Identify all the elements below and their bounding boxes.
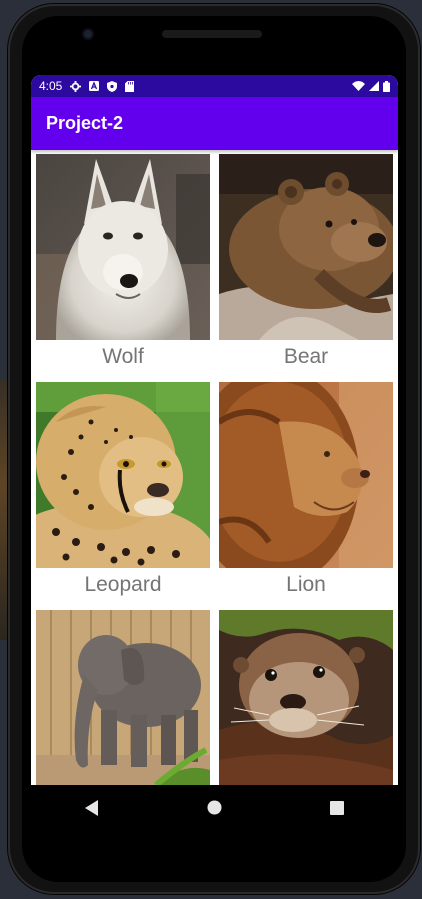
grid-item-label: Bear [283, 345, 329, 368]
grid-item-label: Wolf [102, 345, 144, 368]
signal-icon [369, 81, 379, 91]
front-camera [82, 28, 94, 40]
grid-item-wolf[interactable]: Wolf [36, 154, 210, 382]
grid-item-label: Leopard [84, 573, 162, 596]
lion-photo [219, 382, 393, 568]
wifi-icon [352, 81, 365, 91]
app-title: Project-2 [46, 113, 124, 133]
home-icon[interactable] [207, 800, 222, 815]
grid-item-label: Lion [286, 573, 326, 596]
otter-photo [219, 610, 393, 785]
grid-item-bear[interactable]: Bear [219, 154, 393, 382]
grid-item-leopard[interactable]: Leopard [36, 382, 210, 610]
recents-icon[interactable] [330, 800, 344, 815]
bear-photo [219, 154, 393, 340]
status-bar: 4:05 [31, 75, 398, 97]
sd-card-icon [125, 80, 135, 92]
battery-icon [383, 80, 390, 92]
animal-grid: Wolf Bear Leopard Lion [36, 154, 393, 785]
settings-icon [70, 80, 82, 92]
earpiece-speaker [162, 30, 262, 38]
grid-item-lion[interactable]: Lion [219, 382, 393, 610]
app-screen: 4:05 Project-2 Wolf Bear Leopard Lion [31, 75, 398, 785]
wolf-photo [36, 154, 210, 340]
elephant-photo [36, 610, 210, 785]
grid-item-otter[interactable] [219, 610, 393, 785]
font-icon [89, 81, 100, 91]
app-bar: Project-2 [31, 97, 398, 150]
back-icon[interactable] [85, 799, 99, 816]
leopard-photo [36, 382, 210, 568]
shield-icon [107, 80, 118, 92]
navigation-bar [31, 785, 398, 830]
status-time: 4:05 [39, 79, 63, 93]
grid-item-elephant[interactable] [36, 610, 210, 785]
